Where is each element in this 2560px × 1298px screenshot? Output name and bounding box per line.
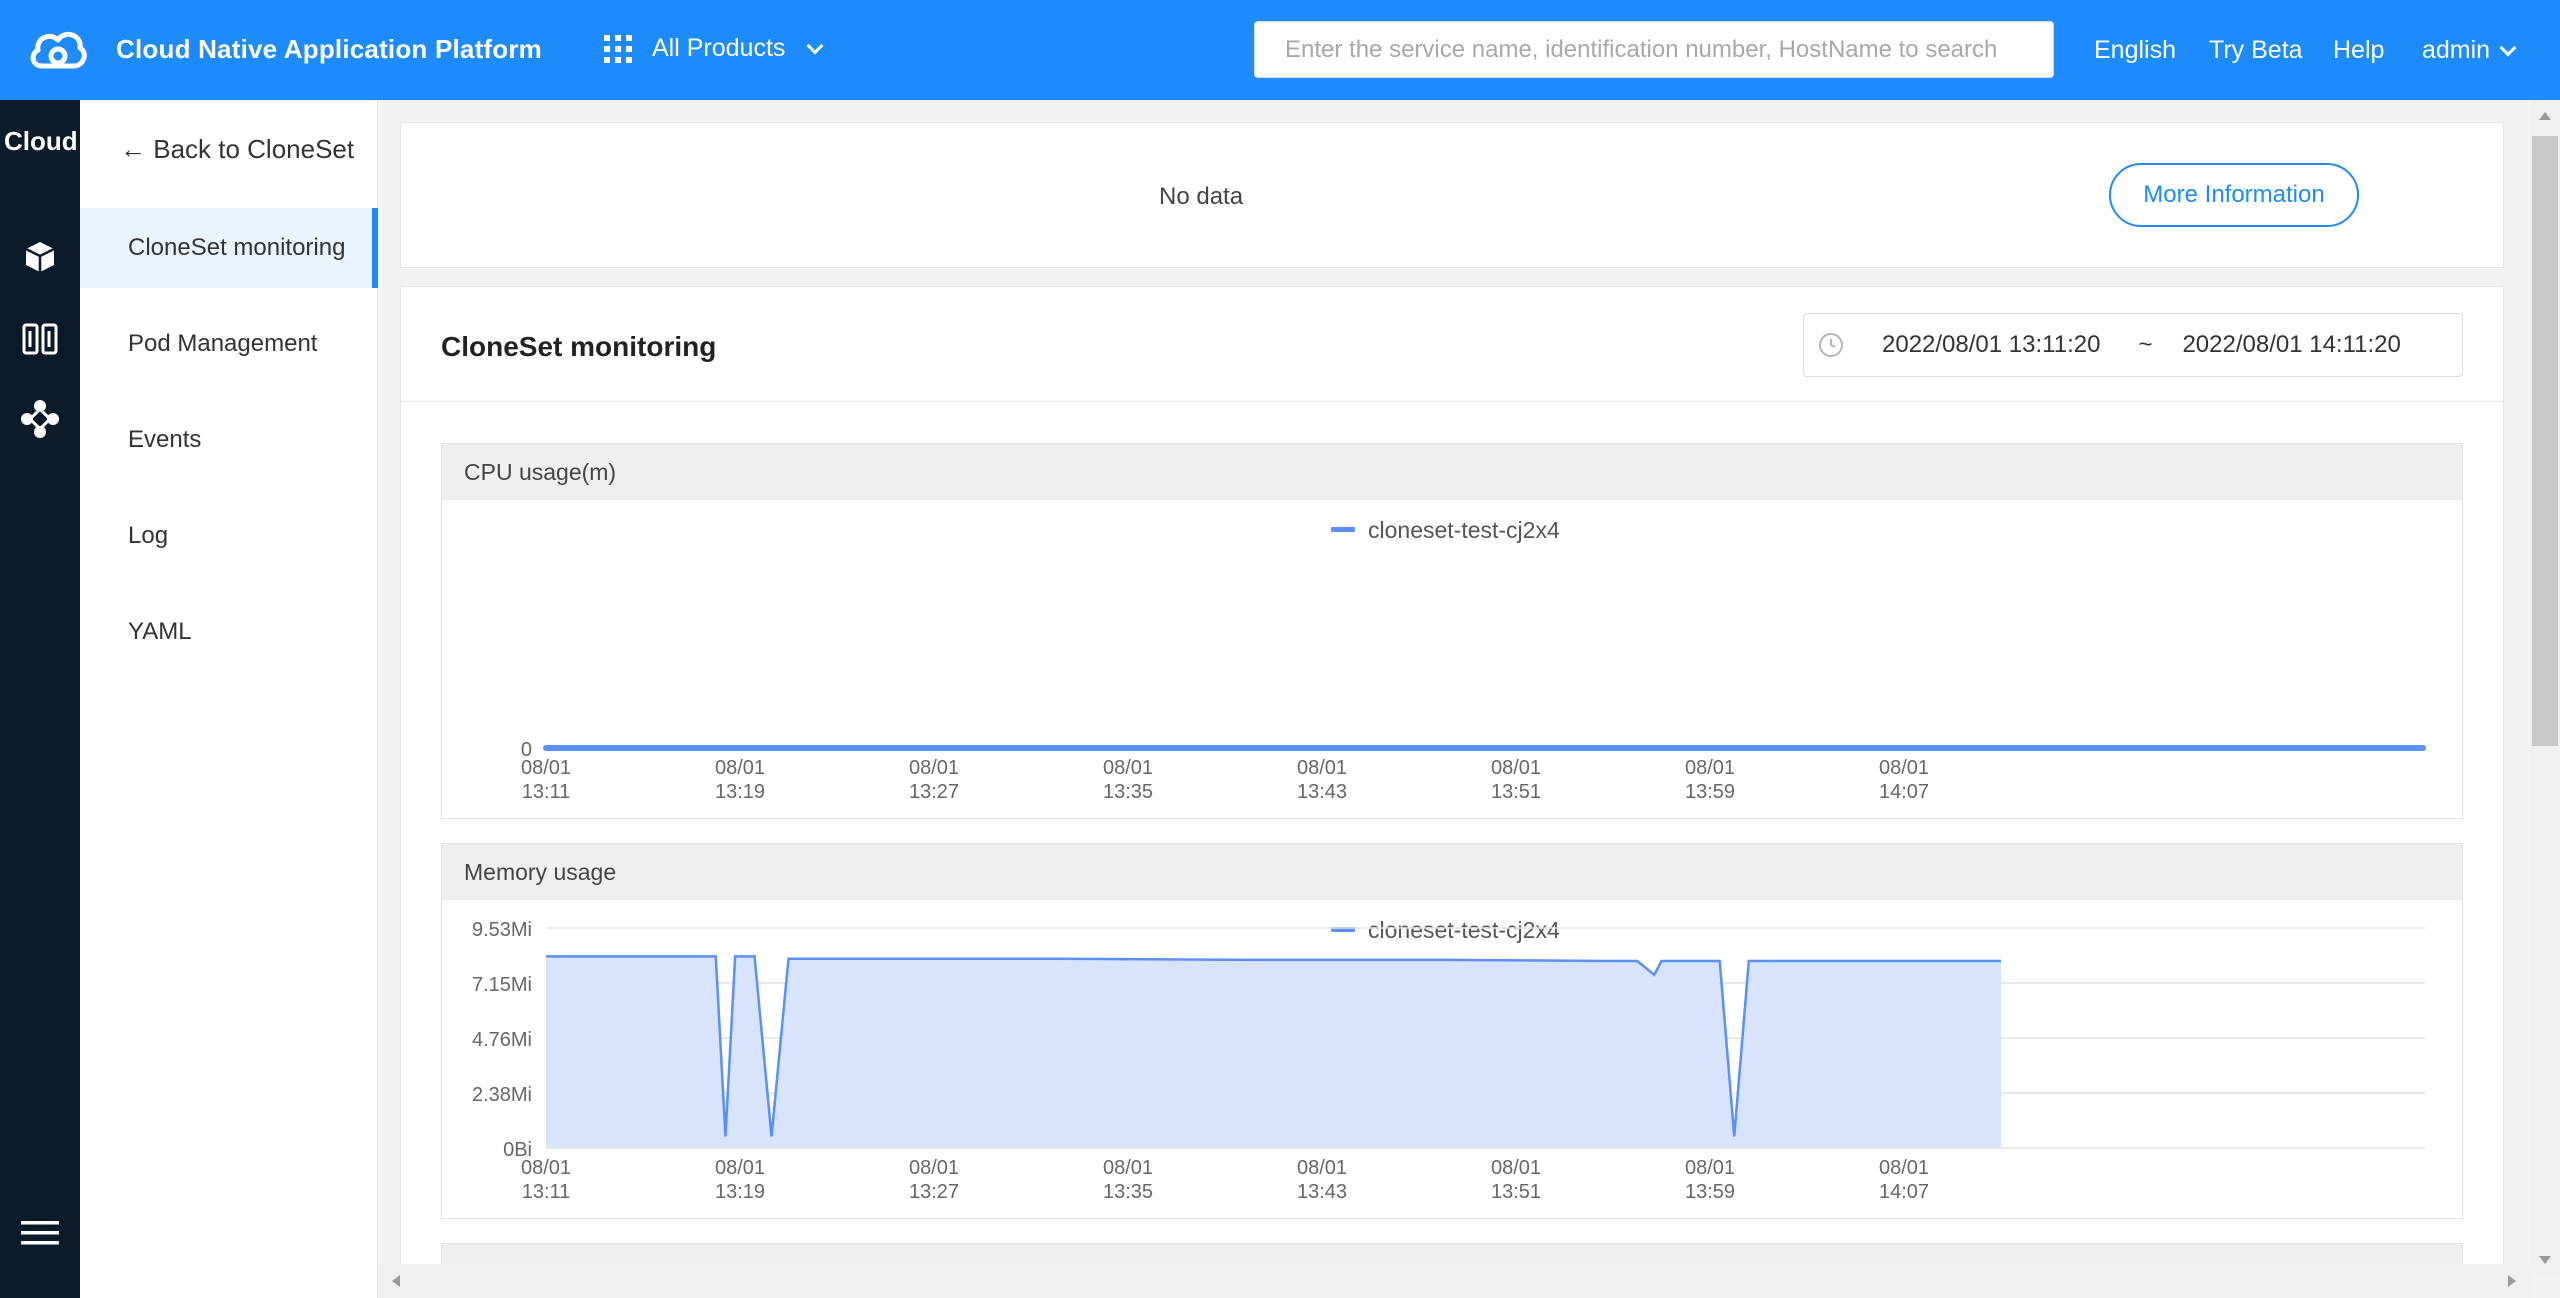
memory-chart-title: Memory usage xyxy=(442,844,2462,900)
x-tick-date: 08/01 xyxy=(715,1157,765,1179)
x-tick-date: 08/01 xyxy=(1491,1157,1541,1179)
x-tick-date: 08/01 xyxy=(1103,1157,1153,1179)
x-tick-date: 08/01 xyxy=(1879,1157,1929,1179)
no-data-message: No data xyxy=(1159,183,1244,210)
all-products-menu[interactable]: All Products xyxy=(604,34,824,63)
back-to-cloneset-link[interactable]: ← Back to CloneSet xyxy=(120,134,354,165)
clock-icon xyxy=(1819,333,1843,357)
x-tick-time: 13:11 xyxy=(522,781,571,803)
x-tick-date: 08/01 xyxy=(1297,757,1347,779)
sidebar-item-log[interactable]: Log xyxy=(80,496,378,576)
top-header: Cloud Native Application Platform All Pr… xyxy=(0,0,2560,100)
vertical-scrollbar[interactable] xyxy=(2530,100,2560,1276)
cpu-chart-panel: CPU usage(m) cloneset-test-cj2x4 0 08/01 13… xyxy=(441,443,2463,819)
x-tick-time: 13:43 xyxy=(1297,1181,1347,1203)
x-tick-time: 13:51 xyxy=(1491,1181,1541,1203)
sidebar-item-events[interactable]: Events xyxy=(80,400,378,480)
chevron-down-icon xyxy=(2499,39,2517,56)
grid-icon xyxy=(604,34,632,63)
legend-label: cloneset-test-cj2x4 xyxy=(1368,917,1560,943)
x-tick-time: 13:43 xyxy=(1297,781,1347,803)
legend-label: cloneset-test-cj2x4 xyxy=(1368,517,1560,543)
memory-usage-chart: cloneset-test-cj2x4 9.53Mi 7.15Mi 4.76Mi 2.3… xyxy=(472,917,2425,1203)
x-tick-date: 08/01 xyxy=(1297,1157,1347,1179)
main-content: No data More Information CloneSet monito… xyxy=(378,100,2530,1276)
x-tick-date: 08/01 xyxy=(521,757,571,779)
horizontal-scrollbar[interactable] xyxy=(378,1264,2530,1298)
divider xyxy=(401,401,2505,402)
x-tick-date: 08/01 xyxy=(715,757,765,779)
nodes-icon[interactable] xyxy=(12,394,68,444)
chart-legend: cloneset-test-cj2x4 xyxy=(1331,917,1560,943)
x-tick-time: 13:35 xyxy=(1103,781,1153,803)
memory-chart-panel: Memory usage cloneset-test-cj2x4 9.53Mi 7.… xyxy=(441,843,2463,1219)
range-end[interactable]: 2022/08/01 14:11:20 xyxy=(2182,331,2400,359)
legend-swatch xyxy=(1331,527,1355,532)
x-tick-time: 13:27 xyxy=(909,781,959,803)
sidebar-item-cloneset-monitoring[interactable]: CloneSet monitoring xyxy=(80,208,378,288)
user-name: admin xyxy=(2422,36,2491,64)
sidebar-item-pod-management[interactable]: Pod Management xyxy=(80,304,378,384)
x-tick-time: 14:07 xyxy=(1879,781,1929,803)
monitoring-card: CloneSet monitoring 2022/08/01 13:11:20 … xyxy=(400,286,2505,1276)
x-tick-time: 13:27 xyxy=(909,1181,959,1203)
x-tick-date: 08/01 xyxy=(1685,757,1735,779)
y-tick-label: 9.53Mi xyxy=(472,919,532,941)
cube-icon[interactable] xyxy=(12,232,68,282)
user-menu[interactable]: admin xyxy=(2422,36,2517,65)
icon-rail: Cloud xyxy=(0,100,80,1298)
x-tick-time: 13:19 xyxy=(715,781,765,803)
global-search-input[interactable] xyxy=(1254,21,2054,78)
y-tick-label: 7.15Mi xyxy=(472,974,532,996)
chart-legend: cloneset-test-cj2x4 xyxy=(1331,517,1560,543)
chevron-down-icon xyxy=(806,37,824,54)
cpu-chart-title: CPU usage(m) xyxy=(442,444,2462,500)
scroll-left-icon[interactable] xyxy=(392,1275,400,1287)
cpu-usage-chart: cloneset-test-cj2x4008/0113:1108/0113:19… xyxy=(521,517,2426,803)
range-start[interactable]: 2022/08/01 13:11:20 xyxy=(1882,331,2100,359)
menu-icon[interactable] xyxy=(12,1208,68,1258)
x-tick-time: 13:19 xyxy=(715,1181,765,1203)
x-tick-time: 13:59 xyxy=(1685,1181,1735,1203)
scroll-right-icon[interactable] xyxy=(2508,1275,2516,1287)
x-tick-time: 13:11 xyxy=(522,1181,571,1203)
x-tick-time: 13:51 xyxy=(1491,781,1541,803)
x-tick-time: 13:59 xyxy=(1685,781,1735,803)
scroll-up-icon[interactable] xyxy=(2539,112,2551,120)
more-information-button[interactable]: More Information xyxy=(2109,163,2359,227)
sub-sidebar: ← Back to CloneSet CloneSet monitoring P… xyxy=(80,100,378,1298)
x-tick-time: 13:35 xyxy=(1103,1181,1153,1203)
all-products-label: All Products xyxy=(652,34,786,62)
rail-brand: Cloud xyxy=(4,126,78,156)
y-tick-label: 2.38Mi xyxy=(472,1084,532,1106)
sidebar-item-yaml[interactable]: YAML xyxy=(80,592,378,672)
x-tick-date: 08/01 xyxy=(1491,757,1541,779)
language-switch[interactable]: English xyxy=(2094,36,2176,65)
monitoring-title: CloneSet monitoring xyxy=(441,331,717,362)
columns-icon[interactable] xyxy=(12,314,68,364)
info-card: No data More Information xyxy=(400,122,2504,268)
try-beta-link[interactable]: Try Beta xyxy=(2209,36,2303,65)
scroll-thumb[interactable] xyxy=(2532,136,2558,746)
x-tick-date: 08/01 xyxy=(521,1157,571,1179)
time-range-picker[interactable]: 2022/08/01 13:11:20 ~ 2022/08/01 14:11:2… xyxy=(1803,313,2463,377)
y-tick-label: 4.76Mi xyxy=(472,1029,532,1051)
scroll-down-icon[interactable] xyxy=(2539,1256,2551,1264)
x-tick-date: 08/01 xyxy=(909,757,959,779)
help-link[interactable]: Help xyxy=(2333,36,2384,65)
x-tick-date: 08/01 xyxy=(909,1157,959,1179)
x-tick-date: 08/01 xyxy=(1879,757,1929,779)
range-separator: ~ xyxy=(2138,331,2153,358)
x-tick-date: 08/01 xyxy=(1685,1157,1735,1179)
cloud-logo-icon[interactable] xyxy=(28,26,88,74)
x-tick-date: 08/01 xyxy=(1103,757,1153,779)
x-tick-time: 14:07 xyxy=(1879,1181,1929,1203)
app-title[interactable]: Cloud Native Application Platform xyxy=(116,34,542,65)
